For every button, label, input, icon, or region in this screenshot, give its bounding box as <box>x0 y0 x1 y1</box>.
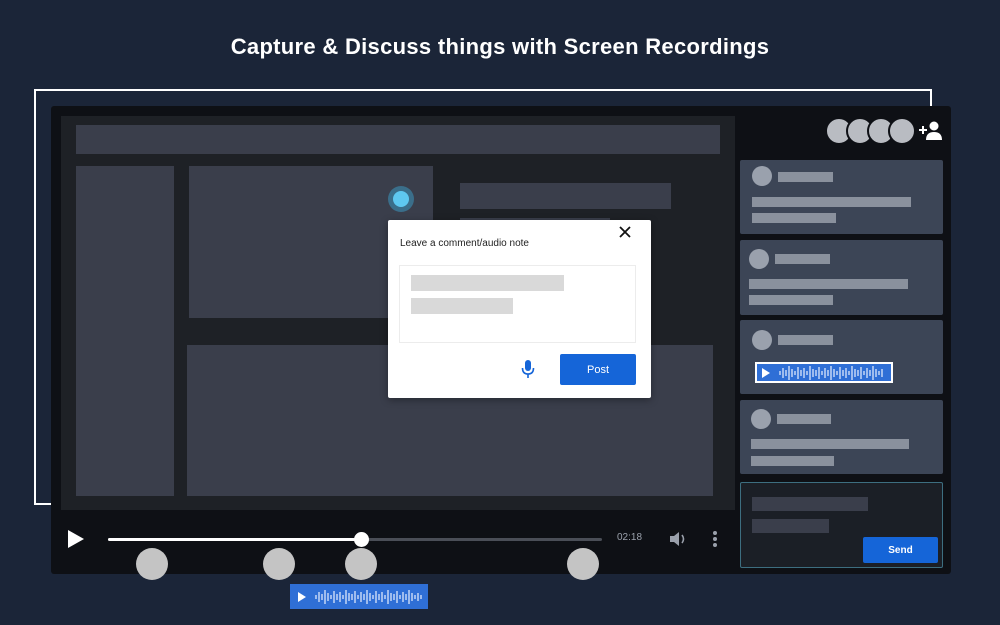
avatar[interactable] <box>888 117 916 145</box>
avatar <box>749 249 769 269</box>
microphone-icon[interactable] <box>521 359 535 379</box>
placeholder-line <box>749 295 833 305</box>
placeholder-author <box>778 335 833 345</box>
placeholder-author <box>778 172 833 182</box>
timeline-marker[interactable] <box>263 548 295 580</box>
avatar <box>752 330 772 350</box>
volume-icon[interactable] <box>668 530 688 548</box>
post-button[interactable]: Post <box>560 354 636 385</box>
add-user-icon[interactable] <box>918 120 944 142</box>
timeline-marker[interactable] <box>345 548 377 580</box>
placeholder-line <box>752 519 829 533</box>
dialog-title: Leave a comment/audio note <box>400 238 529 249</box>
close-icon[interactable] <box>617 224 633 240</box>
progress-fill <box>108 538 360 541</box>
placeholder-line <box>411 275 564 291</box>
scrub-handle[interactable] <box>354 532 369 547</box>
placeholder-line <box>751 456 834 466</box>
timeline-marker[interactable] <box>136 548 168 580</box>
comment-input[interactable] <box>399 265 636 343</box>
send-button[interactable]: Send <box>863 537 938 563</box>
placeholder-line <box>752 213 836 223</box>
placeholder-author <box>775 254 830 264</box>
audio-note-chip[interactable] <box>755 362 893 383</box>
time-readout: 02:18 <box>617 532 643 543</box>
comment-hotspot[interactable] <box>388 186 414 212</box>
comment-dialog: Leave a comment/audio note Post <box>388 220 651 398</box>
placeholder-line <box>411 298 513 314</box>
placeholder-line <box>749 279 908 289</box>
audio-note-chip[interactable] <box>290 584 428 609</box>
placeholder-heading <box>460 183 671 209</box>
placeholder-line <box>752 497 868 511</box>
avatar <box>751 409 771 429</box>
waveform-icon <box>779 365 883 380</box>
page-headline: Capture & Discuss things with Screen Rec… <box>230 34 770 59</box>
placeholder-line <box>752 197 911 207</box>
collaborator-avatars <box>825 117 920 145</box>
timeline-marker[interactable] <box>567 548 599 580</box>
placeholder-topbar <box>76 125 720 154</box>
avatar <box>752 166 772 186</box>
placeholder-sidebar <box>76 166 174 496</box>
placeholder-line <box>751 439 909 449</box>
placeholder-author <box>777 414 831 424</box>
waveform-icon <box>315 589 422 604</box>
play-icon[interactable] <box>68 530 84 548</box>
more-vertical-icon[interactable] <box>712 530 718 548</box>
play-icon[interactable] <box>762 367 770 378</box>
play-icon[interactable] <box>298 591 306 602</box>
